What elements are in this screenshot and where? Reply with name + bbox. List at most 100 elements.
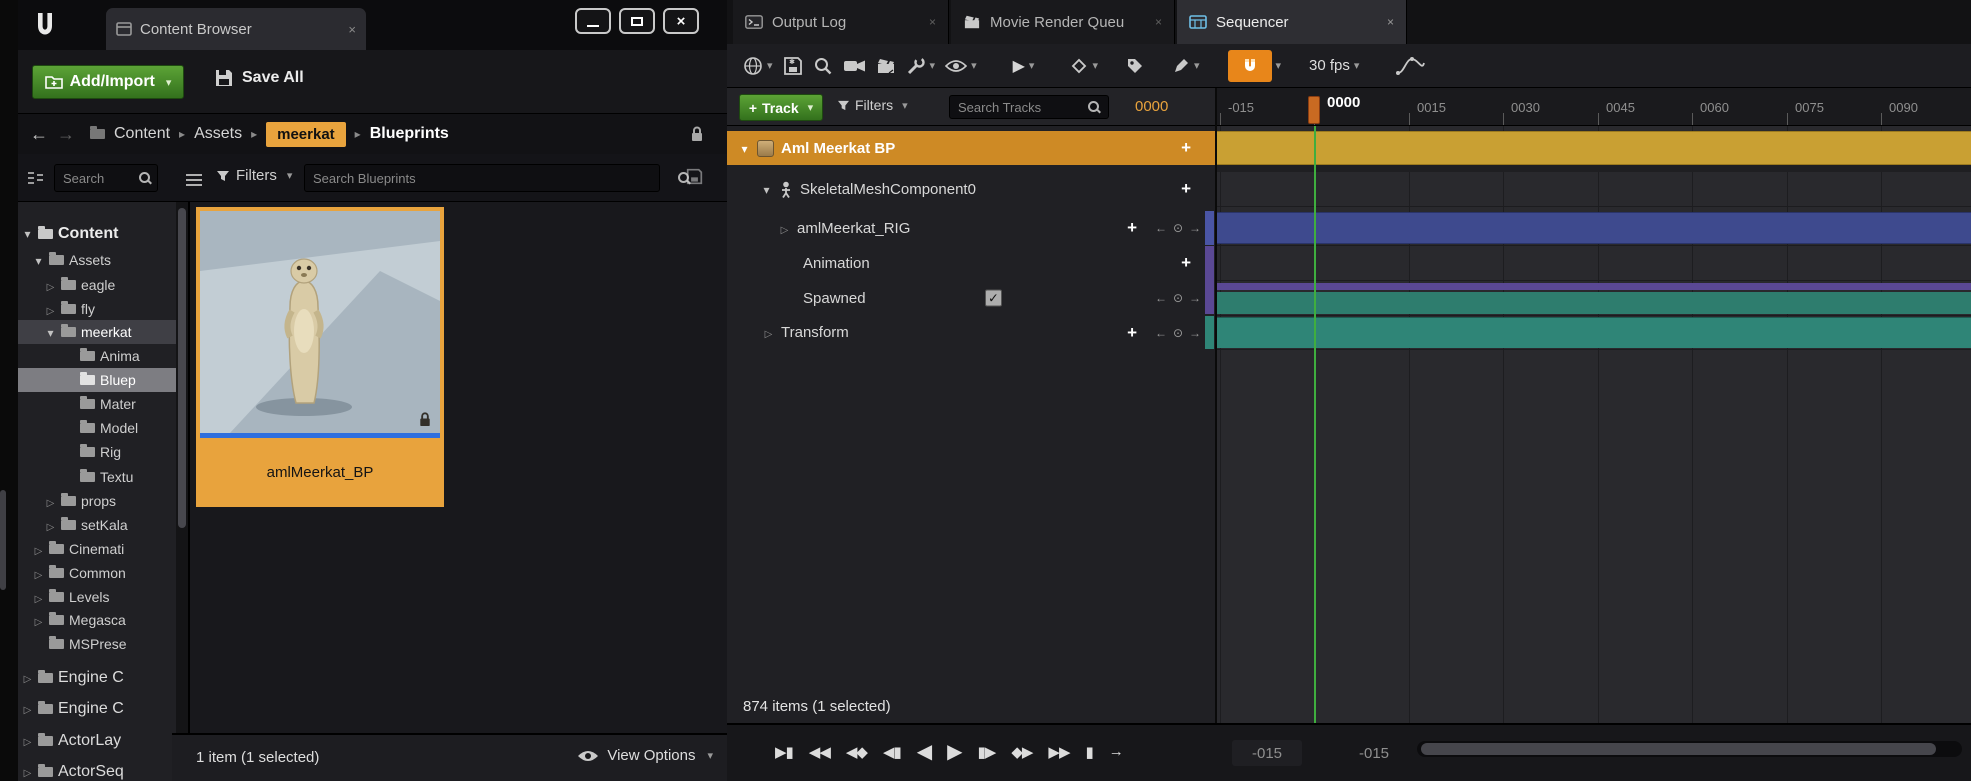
- tree-item-engine-content-2[interactable]: Engine C: [18, 695, 176, 723]
- track-bar-spawned-purple[interactable]: [1217, 283, 1971, 290]
- find-in-browser-button[interactable]: [813, 56, 833, 76]
- add-import-button[interactable]: Add/Import ▾: [32, 65, 184, 99]
- add-key-icon[interactable]: ⊙: [1173, 291, 1183, 305]
- track-bar-spawned[interactable]: [1217, 292, 1971, 314]
- expander-icon[interactable]: [45, 324, 56, 340]
- prev-key-icon[interactable]: ←: [1155, 291, 1167, 305]
- tab-content-browser[interactable]: Content Browser ×: [106, 8, 366, 50]
- next-key-icon[interactable]: →: [1189, 221, 1201, 235]
- curve-editor-button[interactable]: [1395, 54, 1427, 78]
- world-outliner-button[interactable]: ▾: [743, 56, 773, 76]
- tree-item-levels[interactable]: Levels: [18, 585, 176, 609]
- tree-item-assets[interactable]: Assets: [18, 248, 176, 272]
- keyframe-options-button[interactable]: ▾: [1070, 57, 1098, 75]
- expander-icon[interactable]: [45, 277, 56, 293]
- tree-item-actorlayer[interactable]: ActorLay: [18, 727, 176, 755]
- spawned-checkbox[interactable]: ✓: [985, 289, 1002, 307]
- track-row-skeletalmesh[interactable]: SkeletalMeshComponent0 +: [727, 172, 1215, 206]
- playhead-marker[interactable]: [1308, 96, 1320, 124]
- add-track-button[interactable]: + Track ▾: [739, 94, 823, 121]
- tab-close-icon[interactable]: ×: [929, 15, 936, 29]
- tree-item-content[interactable]: Content: [18, 222, 176, 246]
- track-section-bar-meerkat[interactable]: [1217, 131, 1971, 165]
- tab-close-icon[interactable]: ×: [348, 22, 356, 37]
- playback-options-button[interactable]: ▶ ▾: [1013, 56, 1035, 76]
- tab-close-icon[interactable]: ×: [1387, 15, 1394, 29]
- expander-icon[interactable]: [761, 181, 772, 198]
- expander-icon[interactable]: [22, 225, 33, 243]
- keyframe-nav[interactable]: ← ⊙ →: [1155, 221, 1201, 235]
- save-all-button[interactable]: Save All: [214, 68, 304, 88]
- sequencer-tools-button[interactable]: ▾: [906, 56, 935, 76]
- tree-scrollbar[interactable]: [176, 202, 188, 781]
- save-filter-icon[interactable]: [686, 168, 703, 185]
- maximize-button[interactable]: [619, 8, 655, 34]
- expander-icon[interactable]: [33, 565, 44, 581]
- create-camera-button[interactable]: [843, 58, 866, 74]
- list-view-icon[interactable]: [186, 174, 203, 186]
- tree-item-mspresets[interactable]: MSPrese: [18, 632, 176, 656]
- track-row-spawned[interactable]: Spawned ✓ ← ⊙ →: [727, 282, 1215, 314]
- add-section-icon[interactable]: +: [1181, 138, 1191, 158]
- tab-output-log[interactable]: Output Log ×: [733, 0, 949, 44]
- expander-icon[interactable]: [22, 763, 33, 781]
- sources-panel-icon[interactable]: [26, 171, 44, 185]
- render-movie-button[interactable]: [876, 57, 896, 75]
- add-key-icon[interactable]: ⊙: [1173, 326, 1183, 340]
- tree-item-common[interactable]: Common: [18, 561, 176, 585]
- tree-item-setkala[interactable]: setKala: [18, 513, 176, 537]
- expander-icon[interactable]: [45, 493, 56, 509]
- back-button[interactable]: ←: [30, 124, 48, 145]
- auto-key-button[interactable]: [1126, 57, 1144, 75]
- lock-icon[interactable]: [690, 125, 704, 142]
- forward-button[interactable]: →: [57, 124, 75, 145]
- edge-scrollbar[interactable]: [0, 490, 6, 590]
- titlebar[interactable]: Content Browser × ×: [18, 0, 727, 50]
- tree-item-engine-content[interactable]: Engine C: [18, 664, 176, 692]
- tree-item-eagle[interactable]: eagle: [18, 273, 176, 297]
- keyframe-nav[interactable]: ← ⊙ →: [1155, 291, 1201, 305]
- expander-icon[interactable]: [33, 612, 44, 628]
- previous-frame-button[interactable]: ◀◀: [809, 743, 831, 761]
- save-sequence-button[interactable]: [783, 56, 803, 76]
- expander-icon[interactable]: [763, 324, 774, 341]
- track-row-transform[interactable]: Transform + ← ⊙ →: [727, 316, 1215, 349]
- tree-item-models[interactable]: Model: [18, 416, 176, 440]
- view-options-button[interactable]: ▾: [945, 59, 977, 73]
- previous-key-button[interactable]: ◀◆: [846, 743, 868, 761]
- outliner-timeline-divider[interactable]: [1215, 88, 1217, 723]
- tree-item-materials[interactable]: Mater: [18, 392, 176, 416]
- asset-item-amlmeerkat-bp[interactable]: amlMeerkat_BP: [196, 207, 444, 507]
- tree-item-actorsequence[interactable]: ActorSeq: [18, 758, 176, 781]
- expander-icon[interactable]: [33, 589, 44, 605]
- prev-key-icon[interactable]: ←: [1155, 326, 1167, 340]
- current-frame-value[interactable]: 0000: [1135, 98, 1168, 115]
- tab-movie-render-queue[interactable]: Movie Render Queu ×: [951, 0, 1175, 44]
- expander-icon[interactable]: [45, 301, 56, 317]
- search-tracks-input[interactable]: [949, 95, 1109, 119]
- range-start-field[interactable]: -015: [1232, 740, 1302, 766]
- step-back-button[interactable]: ◀▮: [883, 743, 902, 761]
- next-key-button[interactable]: ◆▶: [1011, 743, 1033, 761]
- filters-button[interactable]: Filters ▾: [216, 167, 292, 184]
- breadcrumb-item-blueprints[interactable]: Blueprints: [370, 125, 449, 143]
- expander-icon[interactable]: [33, 541, 44, 557]
- view-options-button[interactable]: View Options ▾: [577, 747, 713, 764]
- tree-item-fly[interactable]: fly: [18, 297, 176, 321]
- edit-options-button[interactable]: ▾: [1172, 57, 1200, 75]
- add-section-icon[interactable]: +: [1127, 218, 1137, 238]
- tree-item-meerkat[interactable]: meerkat: [18, 320, 176, 344]
- range-end-field[interactable]: -015: [1339, 740, 1409, 766]
- expander-icon[interactable]: [739, 140, 750, 157]
- tab-close-icon[interactable]: ×: [1155, 15, 1162, 29]
- timeline-scrollbar-thumb[interactable]: [1421, 743, 1936, 755]
- expander-icon[interactable]: [779, 220, 790, 237]
- track-row-aml-meerkat-bp[interactable]: Aml Meerkat BP +: [727, 131, 1215, 165]
- expander-icon[interactable]: [22, 732, 33, 750]
- expander-icon[interactable]: [22, 700, 33, 718]
- add-section-icon[interactable]: +: [1181, 253, 1191, 273]
- snapping-button[interactable]: ▾: [1227, 49, 1281, 82]
- expander-icon[interactable]: [22, 669, 33, 687]
- prev-key-icon[interactable]: ←: [1155, 221, 1167, 235]
- close-button[interactable]: ×: [663, 8, 699, 34]
